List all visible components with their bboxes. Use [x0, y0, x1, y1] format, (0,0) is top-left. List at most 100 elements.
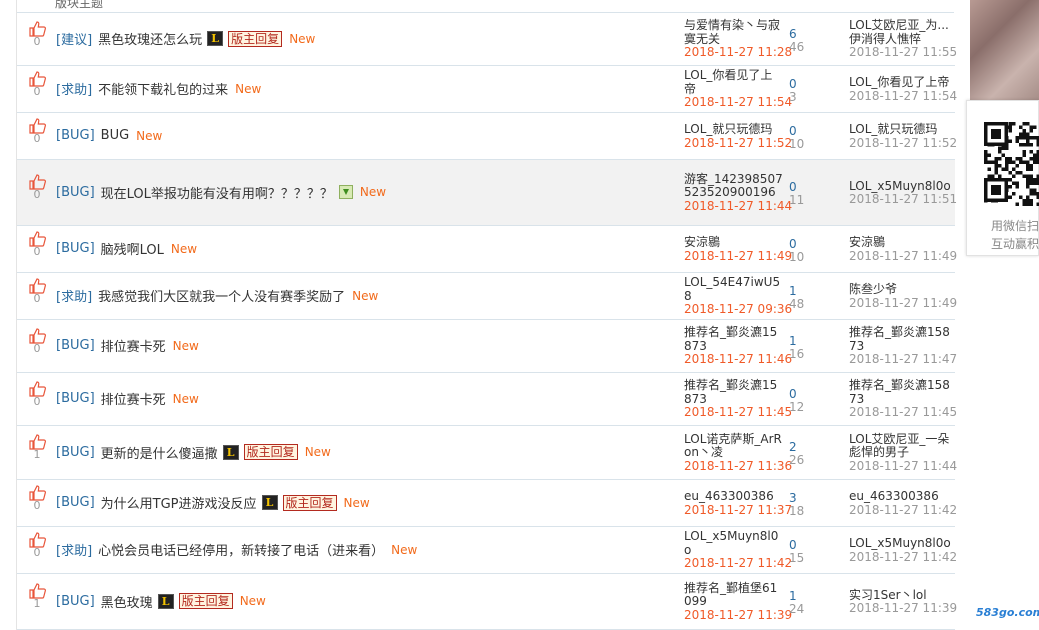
thread-row: 1 [BUG] 黑色玫瑰 L 版主回复 New 推荐名_鄞植堡61099 2018-11-27…: [17, 574, 957, 630]
vote-count: 0: [33, 341, 41, 355]
thumbs-up-vote[interactable]: 0: [27, 230, 47, 258]
thread-row: 0 [BUG] 现在LOL举报功能有没有用啊？？？？？ New 游客_142398507…: [17, 160, 957, 226]
last-reply-user-link[interactable]: LOL_就只玩德玛: [849, 122, 951, 137]
author-name-link[interactable]: LOL_就只玩德玛: [684, 122, 784, 137]
thread-category-link[interactable]: [BUG]: [56, 445, 95, 460]
author-name-link[interactable]: LOL诺克萨斯_ArRon丶凌: [684, 432, 784, 460]
thread-category-link[interactable]: [BUG]: [56, 391, 95, 406]
thread-stats: 1 24: [789, 590, 829, 616]
last-reply-user-link[interactable]: LOL_x5Muyn8l0o: [849, 179, 951, 194]
new-label: New: [136, 128, 163, 143]
author-name-link[interactable]: eu_463300386: [684, 489, 784, 504]
thread-title-line: [BUG] 更新的是什么傻逼撒 L 版主回复 New: [56, 443, 331, 462]
last-reply-user-link[interactable]: LOL艾欧尼亚_一朵彪悍的男子: [849, 432, 951, 460]
last-reply-user-link[interactable]: 推荐名_鄞炎瀌15873: [849, 378, 951, 406]
new-label: New: [359, 185, 387, 199]
author-name-link[interactable]: 推荐名_鄞炎瀌15873: [684, 378, 784, 406]
thumbs-up-vote[interactable]: 0: [27, 277, 47, 305]
thread-author: 推荐名_鄞炎瀌15873 2018-11-27 11:45: [684, 378, 792, 420]
author-name-link[interactable]: 推荐名_鄞植堡61099: [684, 581, 784, 609]
sidebar-banner-image[interactable]: [970, 0, 1039, 100]
author-name-link[interactable]: 与爱情有染丶与寂寞无关: [684, 18, 784, 46]
lol-l-icon: L: [157, 593, 174, 609]
thread-category-link[interactable]: [BUG]: [56, 338, 95, 353]
post-time: 2018-11-27 11:36: [684, 458, 793, 473]
author-name-link[interactable]: LOL_54E47iwU58: [684, 275, 784, 303]
thumbs-up-vote[interactable]: 0: [27, 117, 47, 145]
qr-code-image: [984, 122, 1039, 208]
thumbs-up-vote[interactable]: 1: [27, 434, 47, 461]
last-reply-user-link[interactable]: eu_463300386: [849, 489, 951, 504]
thread-title-link[interactable]: 不能领下载礼包的过来: [98, 79, 228, 98]
last-reply: 安涼鶍 2018-11-27 11:49: [849, 235, 957, 263]
thread-category-link[interactable]: [建议]: [56, 29, 92, 48]
last-reply: LOL艾欧尼亚_一朵彪悍的男子 2018-11-27 11:44: [849, 432, 958, 474]
thumbs-up-vote[interactable]: 0: [27, 531, 47, 559]
vote-count: 0: [33, 131, 41, 145]
last-reply-user-link[interactable]: LOL_你看见了上帝: [849, 75, 951, 90]
author-name-link[interactable]: 游客_14239850752352​0900196: [684, 172, 784, 200]
thread-author: LOL_你看见了上帝 2018-11-27 11:54: [684, 68, 792, 110]
last-reply-user-link[interactable]: 实习1Ser丶lol: [849, 588, 951, 603]
author-name-link[interactable]: 安涼鶍: [684, 235, 784, 250]
author-name-link[interactable]: LOL_你看见了上帝: [684, 68, 784, 96]
view-count: 46: [789, 39, 805, 54]
author-name-link[interactable]: LOL_x5Muyn8l0o: [684, 529, 784, 557]
thread-title-link[interactable]: 更新的是什么傻逼撒: [101, 443, 218, 462]
thread-category-link[interactable]: [BUG]: [56, 128, 95, 143]
lol-l-icon: L: [207, 31, 224, 46]
post-time: 2018-11-27 09:36: [684, 302, 793, 316]
thread-title-link[interactable]: 我感觉我们大区就我一个人没有赛季奖励了: [98, 286, 345, 305]
thread-title-link[interactable]: 排位赛卡死: [101, 389, 166, 408]
watermark-logo: 583go.com: [976, 606, 1039, 619]
thread-category-link[interactable]: [求助]: [56, 79, 92, 98]
last-reply-time: 2018-11-27 11:55: [849, 45, 958, 59]
author-name-link[interactable]: 推荐名_鄞炎瀌15873: [684, 325, 784, 353]
last-reply-time: 2018-11-27 11:45: [849, 405, 958, 419]
thread-title-link[interactable]: 黑色玫瑰还怎么玩: [98, 29, 202, 48]
thread-title-link[interactable]: 脑残啊LOL: [101, 239, 164, 258]
thread-title-link[interactable]: 黑色玫瑰: [101, 592, 153, 611]
last-reply-time: 2018-11-27 11:44: [849, 458, 958, 473]
thread-category-link[interactable]: [求助]: [56, 540, 92, 559]
thread-category-link[interactable]: [BUG]: [56, 495, 95, 510]
new-label: New: [343, 495, 370, 510]
thread-title-link[interactable]: 心悦会员电话已经停用，新转接了电话（进来看）: [98, 540, 384, 559]
thread-stats: 0 10: [789, 124, 829, 151]
thread-title-link[interactable]: 为什么用TGP进游戏没反应: [101, 493, 257, 512]
view-count: 16: [789, 346, 805, 361]
thread-row: 0 [求助] 不能领下载礼包的过来 New LOL_你看见了上帝 2018-11-27 1…: [17, 66, 957, 113]
thread-title-line: [BUG] BUG New: [56, 127, 162, 145]
thread-category-link[interactable]: [BUG]: [56, 241, 95, 256]
last-reply-user-link[interactable]: 陈叁少爷: [849, 282, 951, 297]
vote-count: 1: [33, 448, 41, 461]
view-count: 10: [789, 136, 805, 151]
thread-category-link[interactable]: [求助]: [56, 286, 92, 305]
thumbs-up-vote[interactable]: 0: [27, 20, 47, 48]
thread-author: 安涼鶍 2018-11-27 11:49: [684, 235, 792, 263]
view-count: 11: [789, 193, 805, 207]
thread-category-link[interactable]: [BUG]: [56, 185, 95, 200]
thread-title-link[interactable]: 排位赛卡死: [101, 336, 166, 355]
last-reply-user-link[interactable]: LOL_x5Muyn8l0o: [849, 536, 951, 551]
thumbs-up-vote[interactable]: 0: [27, 484, 47, 512]
reply-count: 6: [789, 26, 797, 41]
last-reply-user-link[interactable]: 推荐名_鄞炎瀌15873: [849, 325, 951, 353]
last-reply: 实习1Ser丶lol 2018-11-27 11:39: [849, 588, 957, 616]
thread-title-link[interactable]: 现在LOL举报功能有没有用啊？？？？？: [101, 183, 333, 202]
new-label: New: [391, 542, 418, 557]
last-reply-user-link[interactable]: LOL艾欧尼亚_为...伊消得人憔悴: [849, 18, 951, 46]
thumbs-up-vote[interactable]: 0: [27, 327, 47, 355]
thread-title-link[interactable]: BUG: [101, 128, 130, 143]
thumbs-up-vote[interactable]: 0: [27, 174, 47, 201]
thread-row: 0 [BUG] 排位赛卡死 New 推荐名_鄞炎瀌15873 2018-11-27 11:…: [17, 320, 957, 373]
thumbs-up-vote[interactable]: 1: [27, 583, 47, 610]
last-reply-user-link[interactable]: 安涼鶍: [849, 235, 951, 250]
new-label: New: [304, 445, 331, 459]
thread-title-line: [BUG] 现在LOL举报功能有没有用啊？？？？？ New: [56, 183, 387, 202]
thread-category-link[interactable]: [BUG]: [56, 594, 95, 609]
thread-author: 推荐名_鄞炎瀌15873 2018-11-27 11:46: [684, 325, 792, 367]
thread-row: 0 [BUG] 为什么用TGP进游戏没反应 L 版主回复 New eu_463300386 2…: [17, 480, 957, 527]
thumbs-up-vote[interactable]: 0: [27, 70, 47, 98]
thumbs-up-vote[interactable]: 0: [27, 380, 47, 408]
